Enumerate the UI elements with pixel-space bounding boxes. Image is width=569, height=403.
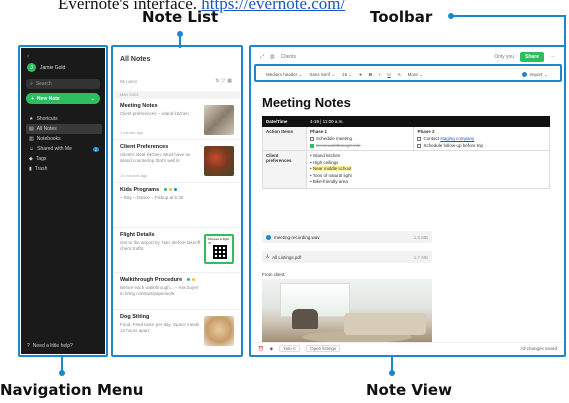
- navigation-menu-annotation-dot: [59, 370, 65, 376]
- navigation-menu-annotation: Navigation Menu: [0, 381, 144, 399]
- caption-link[interactable]: https://evernote.com/: [201, 0, 345, 13]
- note-view-annotation: Note View: [366, 381, 452, 399]
- toolbar-annotation: Toolbar: [370, 8, 433, 26]
- toolbar-connector-h: [453, 15, 566, 17]
- note-view-annotation-dot: [389, 370, 395, 376]
- navigation-menu-outline: [18, 45, 108, 357]
- note-list-outline: [111, 45, 243, 357]
- navigation-menu-connector: [61, 357, 63, 371]
- note-view-outline: [249, 45, 566, 357]
- note-view-connector: [391, 357, 393, 371]
- toolbar-outline: [254, 64, 562, 82]
- note-list-annotation: Note List: [142, 8, 219, 26]
